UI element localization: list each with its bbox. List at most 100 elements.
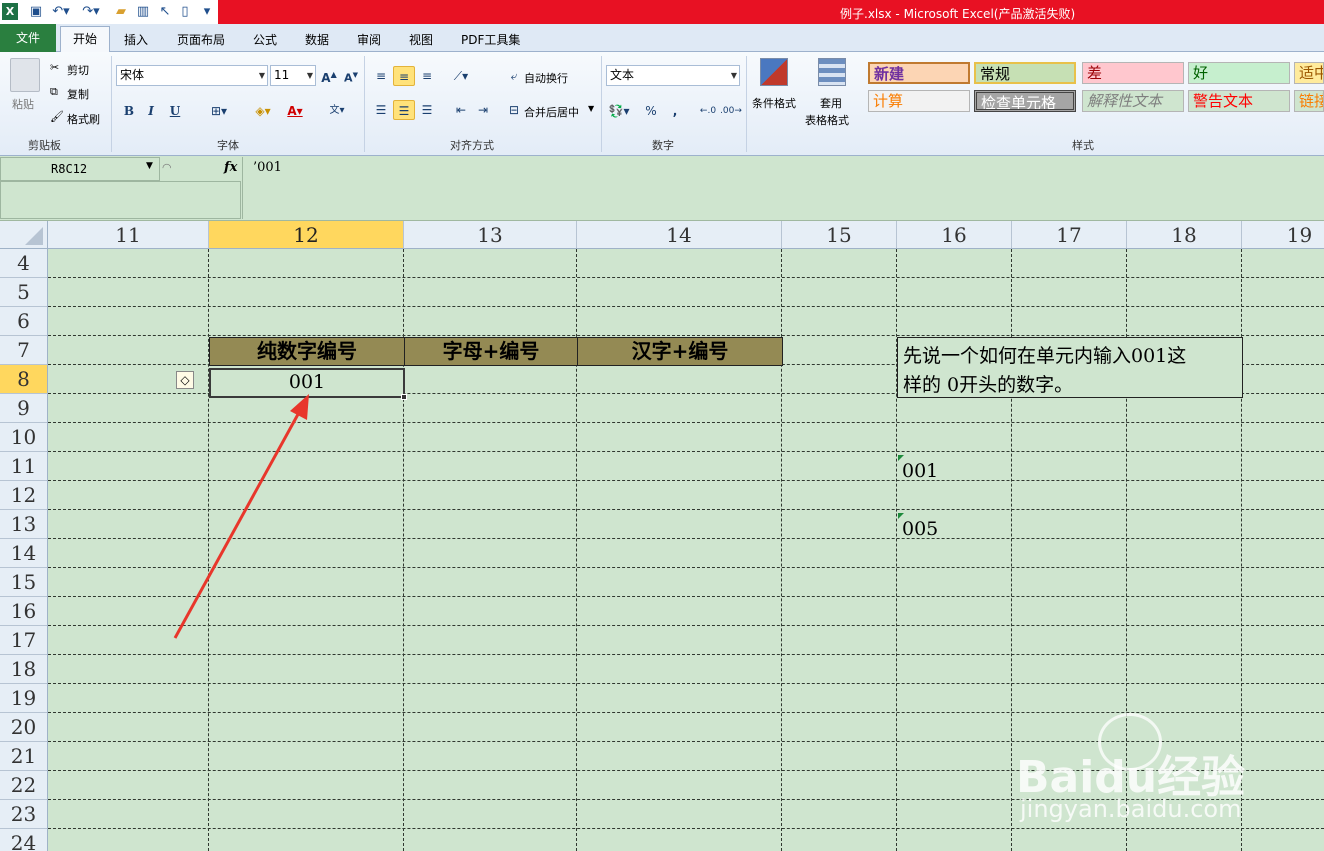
styles-group-label: 样式 — [1072, 139, 1094, 152]
italic-button[interactable]: I — [140, 101, 162, 121]
tab-pdf-tools[interactable]: PDF工具集 — [461, 31, 520, 48]
tab-data[interactable]: 数据 — [305, 31, 329, 48]
window-title: 例子.xlsx - Microsoft Excel(产品激活失败) — [840, 7, 1076, 21]
increase-decimal-icon[interactable]: ←.0 — [697, 101, 719, 121]
table-format-icon[interactable] — [818, 58, 846, 86]
chart-icon[interactable]: ▥ — [134, 3, 152, 20]
align-bottom-icon[interactable]: ≡ — [416, 66, 438, 86]
insert-function-icon[interactable]: fx — [224, 160, 237, 175]
new-file-icon[interactable]: ▯ — [178, 3, 192, 20]
cut-icon[interactable]: ✂ — [50, 61, 59, 74]
separator — [111, 56, 112, 152]
formula-bar: R8C12 ▼ ◠ fx ’001 — [0, 157, 1324, 221]
customize-qat-icon[interactable]: ▾ — [200, 3, 214, 20]
bold-button[interactable]: B — [118, 101, 140, 121]
redo-icon[interactable]: ↷▾ — [80, 3, 102, 20]
wrap-text-icon[interactable]: ⤶ — [503, 66, 525, 86]
shrink-font-icon[interactable]: A▼ — [340, 65, 362, 85]
fill-color-icon[interactable]: ◈▾ — [252, 101, 274, 121]
formula-input[interactable]: ’001 — [242, 157, 1324, 219]
format-painter-button[interactable]: 格式刷 — [67, 111, 100, 127]
align-right-icon[interactable]: ☰ — [416, 100, 438, 120]
phonetic-icon[interactable]: 文▾ — [326, 101, 348, 121]
separator — [364, 56, 365, 152]
paste-icon[interactable] — [10, 58, 40, 92]
number-format-select[interactable]: 文本 ▼ — [606, 65, 740, 86]
cell-style-8[interactable]: 警告文本 — [1188, 90, 1290, 112]
wrap-text-button[interactable]: 自动换行 — [524, 70, 568, 86]
cell-style-0[interactable]: 新建 — [868, 62, 970, 84]
ribbon: 粘贴 ✂ 剪切 ⧉ 复制 🖌 格式刷 剪贴板 宋体 ▼ 11 ▼ A▲ A▼ B I… — [0, 52, 1324, 156]
tab-view[interactable]: 视图 — [409, 31, 433, 48]
tab-review[interactable]: 审阅 — [357, 31, 381, 48]
worksheet-grid[interactable]: 11 12 13 14 15 16 17 18 19 4 5 6 7 8 9 10 11 12 13 14 15 16 1… — [0, 221, 1324, 851]
align-center-icon[interactable]: ☰ — [393, 100, 415, 120]
clipboard-group-label: 剪贴板 — [28, 139, 61, 152]
cell-style-9[interactable]: 链接 — [1294, 90, 1324, 112]
formula-bar-divider-icon: ◠ — [162, 161, 172, 174]
increase-indent-icon[interactable]: ⇥ — [472, 100, 494, 120]
separator — [601, 56, 602, 152]
cell-style-6[interactable]: 检查单元格 — [974, 90, 1076, 112]
undo-icon[interactable]: ↶▾ — [50, 3, 72, 20]
conditional-format-button[interactable]: 条件格式 — [752, 95, 796, 111]
name-box[interactable]: R8C12 — [0, 157, 160, 181]
align-middle-icon[interactable]: ≡ — [393, 66, 415, 86]
name-box-dropdown-icon[interactable]: ▼ — [146, 161, 153, 171]
font-size-value: 11 — [274, 68, 290, 82]
merge-center-button[interactable]: 合并后居中 — [524, 104, 579, 120]
percent-button[interactable]: % — [640, 101, 662, 121]
format-painter-icon[interactable]: 🖌 — [50, 110, 64, 123]
ribbon-tabs: 插入 页面布局 公式 数据 审阅 视图 PDF工具集 — [0, 24, 1324, 52]
number-format-value: 文本 — [610, 68, 635, 82]
align-left-icon[interactable]: ☰ — [370, 100, 392, 120]
font-color-icon[interactable]: A▾ — [284, 101, 306, 121]
accounting-format-icon[interactable]: 💱▾ — [608, 101, 630, 121]
comma-button[interactable]: , — [664, 101, 686, 121]
border-icon[interactable]: ⊞▾ — [208, 101, 230, 121]
copy-icon[interactable]: ⧉ — [50, 85, 58, 99]
conditional-format-icon[interactable] — [760, 58, 788, 86]
underline-button[interactable]: U — [164, 101, 186, 121]
decrease-indent-icon[interactable]: ⇤ — [450, 100, 472, 120]
number-group-label: 数字 — [652, 139, 674, 152]
cell-style-1[interactable]: 常规 — [974, 62, 1076, 84]
table-format-button-line1[interactable]: 套用 — [820, 95, 842, 111]
tab-formulas[interactable]: 公式 — [253, 31, 277, 48]
merge-dropdown-icon[interactable]: ▼ — [588, 104, 594, 113]
copy-button[interactable]: 复制 — [67, 86, 89, 102]
excel-logo-icon: X — [2, 3, 18, 20]
cut-button[interactable]: 剪切 — [67, 62, 89, 78]
paste-button[interactable]: 粘贴 — [12, 96, 34, 112]
open-folder-icon[interactable]: ▰ — [112, 3, 130, 20]
annotation-arrow-head — [290, 394, 309, 420]
name-box-lower — [0, 181, 241, 219]
grow-font-icon[interactable]: A▲ — [318, 65, 340, 85]
merge-center-icon[interactable]: ⊟ — [503, 100, 525, 120]
orientation-icon[interactable]: ⟋▾ — [450, 66, 472, 86]
cell-style-4[interactable]: 适中 — [1294, 62, 1324, 84]
font-name-value: 宋体 — [120, 68, 145, 82]
chevron-down-icon: ▼ — [730, 71, 737, 80]
cell-style-5[interactable]: 计算 — [868, 90, 970, 112]
cell-style-3[interactable]: 好 — [1188, 62, 1290, 84]
formula-content: ’001 — [253, 160, 282, 175]
save-icon[interactable]: ▣ — [28, 3, 44, 20]
tab-file[interactable]: 文件 — [0, 24, 56, 52]
annotation-arrow-shaft — [173, 406, 304, 639]
title-bar-highlight — [218, 0, 1324, 24]
tab-page-layout[interactable]: 页面布局 — [177, 31, 225, 48]
tab-insert[interactable]: 插入 — [124, 31, 148, 48]
tab-home[interactable]: 开始 — [60, 26, 110, 53]
align-top-icon[interactable]: ≡ — [370, 66, 392, 86]
font-name-select[interactable]: 宋体 ▼ — [116, 65, 268, 86]
decrease-decimal-icon[interactable]: .00→ — [720, 101, 742, 121]
cell-style-2[interactable]: 差 — [1082, 62, 1184, 84]
chevron-down-icon: ▼ — [306, 71, 313, 80]
chevron-down-icon: ▼ — [258, 71, 265, 80]
table-format-button-line2[interactable]: 表格格式 — [805, 112, 849, 128]
font-size-select[interactable]: 11 ▼ — [270, 65, 316, 86]
font-group-label: 字体 — [217, 139, 239, 152]
pointer-icon[interactable]: ↖ — [158, 3, 172, 20]
cell-style-7[interactable]: 解释性文本 — [1082, 90, 1184, 112]
